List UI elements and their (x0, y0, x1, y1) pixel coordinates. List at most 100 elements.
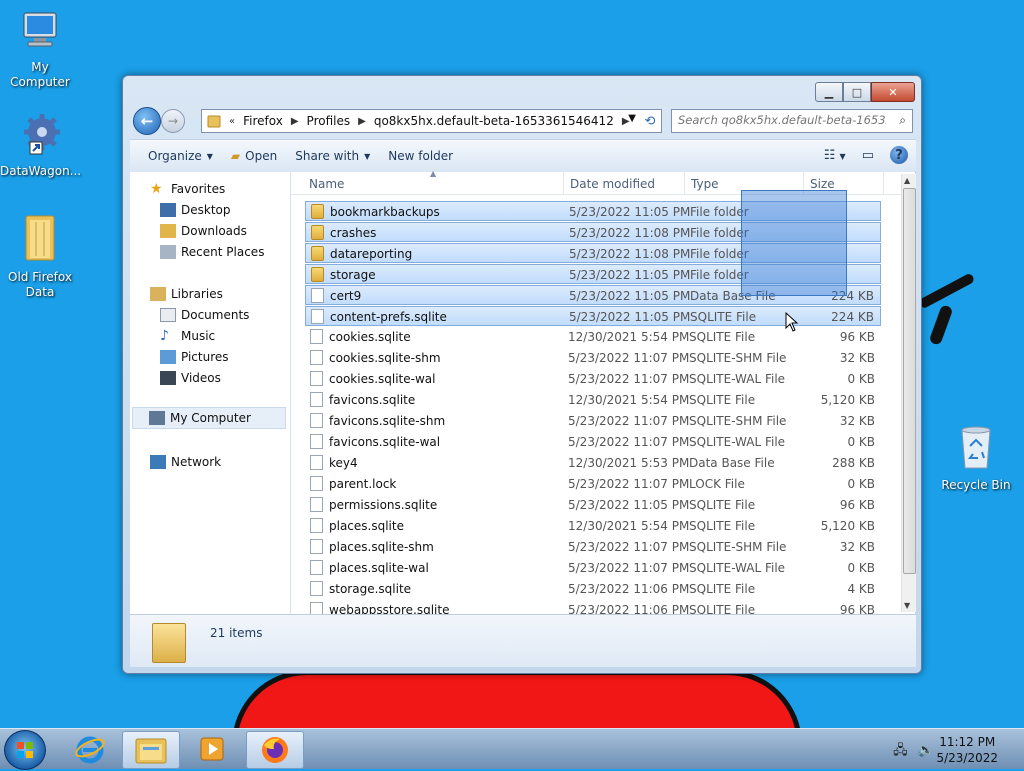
preview-pane-icon[interactable]: ▭ (862, 148, 874, 163)
file-name: content-prefs.sqlite (330, 310, 447, 324)
details-pane: 21 items (130, 614, 916, 667)
file-row[interactable]: cookies.sqlite-shm 5/23/2022 11:07 PM SQLI… (305, 348, 881, 368)
file-row[interactable]: storage.sqlite 5/23/2022 11:06 PM SQLITE F… (305, 579, 881, 599)
file-name: key4 (329, 456, 358, 470)
nav-libraries[interactable]: Libraries (150, 287, 223, 301)
file-size: 5,120 KB (820, 393, 875, 407)
file-size: 96 KB (839, 498, 875, 512)
chevron-right-icon[interactable]: ▶ (358, 116, 366, 127)
file-name: cookies.sqlite (329, 330, 411, 344)
nav-my-computer[interactable]: My Computer (132, 407, 286, 429)
breadcrumb-profile-folder[interactable]: qo8kx5hx.default-beta-1653361546412 (374, 114, 614, 128)
nav-documents[interactable]: Documents (160, 308, 249, 322)
network-icon[interactable]: 🖧 (893, 743, 908, 758)
file-row[interactable]: key4 12/30/2021 5:53 PM Data Base File 288 … (305, 453, 881, 473)
file-row[interactable]: parent.lock 5/23/2022 11:07 PM LOCK File 0 … (305, 474, 881, 494)
new-folder-button[interactable]: New folder (388, 149, 453, 163)
file-name: storage (330, 268, 376, 282)
file-list[interactable]: Name ▲ Date modified Type Size bookmarkb… (291, 169, 916, 617)
taskbar-clock[interactable]: 11:12 PM 5/23/2022 (936, 734, 998, 766)
file-row[interactable]: places.sqlite-wal 5/23/2022 11:07 PM SQLIT… (305, 558, 881, 578)
breadcrumb-firefox[interactable]: Firefox (243, 114, 283, 128)
nav-desktop[interactable]: Desktop (160, 203, 231, 217)
file-date: 5/23/2022 11:07 PM (568, 372, 690, 386)
desktop-icon-old-firefox-data[interactable]: Old Firefox Data (0, 214, 80, 300)
file-row[interactable]: places.sqlite 12/30/2021 5:54 PM SQLITE Fi… (305, 516, 881, 536)
scroll-down-arrow-icon[interactable]: ▼ (904, 601, 910, 610)
search-input[interactable] (672, 110, 886, 130)
folder-icon (25, 215, 55, 261)
chevron-down-icon[interactable]: ▼ (628, 113, 636, 124)
column-size[interactable]: Size (810, 177, 835, 191)
desktop-icon-my-computer[interactable]: My Computer (0, 10, 80, 90)
file-date: 12/30/2021 5:54 PM (568, 393, 690, 407)
nav-recent-places[interactable]: Recent Places (160, 245, 264, 259)
taskbar-media-player[interactable] (184, 731, 240, 767)
breadcrumb-overflow[interactable]: « (229, 116, 235, 127)
taskbar-windows-explorer[interactable] (122, 731, 180, 769)
star-icon: ★ (150, 181, 163, 197)
refresh-button[interactable]: ⟲ (639, 109, 662, 133)
file-type: SQLITE-WAL File (689, 435, 786, 449)
nav-videos[interactable]: Videos (160, 371, 221, 385)
column-date-modified[interactable]: Date modified (570, 177, 655, 191)
file-size: 288 KB (832, 456, 875, 470)
search-icon[interactable]: ⌕ (899, 113, 906, 128)
file-row[interactable]: places.sqlite-shm 5/23/2022 11:07 PM SQLIT… (305, 537, 881, 557)
nav-pictures[interactable]: Pictures (160, 350, 229, 364)
file-row[interactable]: favicons.sqlite 12/30/2021 5:54 PM SQLITE … (305, 390, 881, 410)
open-button[interactable]: ▰ Open (231, 149, 277, 163)
scroll-up-arrow-icon[interactable]: ▲ (904, 176, 910, 185)
taskbar-internet-explorer[interactable] (62, 731, 118, 767)
search-box[interactable]: ⌕ (671, 109, 913, 133)
volume-icon[interactable]: 🔈 (918, 743, 934, 758)
file-type: File folder (690, 205, 749, 219)
help-icon[interactable]: ? (890, 146, 908, 164)
file-date: 5/23/2022 11:06 PM (568, 582, 690, 596)
minimize-button[interactable]: ▁ (815, 82, 843, 102)
nav-network[interactable]: Network (150, 455, 221, 469)
share-with-button[interactable]: Share with ▼ (295, 149, 370, 163)
file-type: Data Base File (689, 456, 775, 470)
nav-favorites[interactable]: ★ Favorites (150, 182, 225, 196)
file-size: 0 KB (847, 372, 875, 386)
column-name[interactable]: Name (309, 177, 344, 191)
file-name: crashes (330, 226, 377, 240)
address-bar[interactable]: « Firefox ▶ Profiles ▶ qo8kx5hx.default-… (201, 109, 641, 133)
maximize-button[interactable]: □ (843, 82, 871, 102)
desktop-icon-recycle-bin[interactable]: Recycle Bin (936, 424, 1016, 493)
file-row[interactable]: cookies.sqlite-wal 5/23/2022 11:07 PM SQLI… (305, 369, 881, 389)
file-icon (310, 392, 323, 407)
file-date: 5/23/2022 11:05 PM (569, 310, 691, 324)
start-button[interactable] (4, 730, 46, 770)
downloads-icon (160, 224, 176, 238)
file-row[interactable]: favicons.sqlite-wal 5/23/2022 11:07 PM SQL… (305, 432, 881, 452)
file-date: 5/23/2022 11:05 PM (569, 289, 691, 303)
column-type[interactable]: Type (691, 177, 719, 191)
desktop-icon (160, 203, 176, 217)
database-file-icon (311, 288, 324, 303)
nav-downloads[interactable]: Downloads (160, 224, 247, 238)
file-date: 5/23/2022 11:07 PM (568, 561, 690, 575)
desktop-icon-datawagon[interactable]: DataWagon... (0, 112, 81, 179)
file-name: favicons.sqlite (329, 393, 416, 407)
explorer-window[interactable]: ▁ □ ✕ ← → « Firefox ▶ Profiles ▶ qo8kx5h… (122, 75, 922, 674)
chevron-right-icon[interactable]: ▶ (291, 116, 299, 127)
file-row[interactable]: favicons.sqlite-shm 5/23/2022 11:07 PM SQL… (305, 411, 881, 431)
organize-button[interactable]: Organize ▼ (148, 149, 213, 163)
taskbar-firefox[interactable] (246, 731, 304, 769)
nav-music[interactable]: ♪ Music (160, 329, 215, 343)
file-date: 5/23/2022 11:07 PM (568, 477, 690, 491)
vertical-scrollbar[interactable]: ▲ ▼ (901, 174, 916, 612)
scrollbar-thumb[interactable] (903, 188, 916, 574)
file-icon (310, 518, 323, 533)
mouse-cursor-icon (785, 312, 799, 332)
close-button[interactable]: ✕ (871, 82, 915, 102)
breadcrumb-profiles[interactable]: Profiles (307, 114, 351, 128)
file-size: 4 KB (847, 582, 875, 596)
file-row[interactable]: permissions.sqlite 5/23/2022 11:05 PM SQLI… (305, 495, 881, 515)
command-bar: Organize ▼ ▰ Open Share with ▼ New folder ☷… (130, 139, 916, 173)
forward-button[interactable]: → (161, 109, 185, 133)
view-options-icon[interactable]: ☷ ▼ (824, 148, 846, 163)
back-button[interactable]: ← (133, 107, 161, 135)
